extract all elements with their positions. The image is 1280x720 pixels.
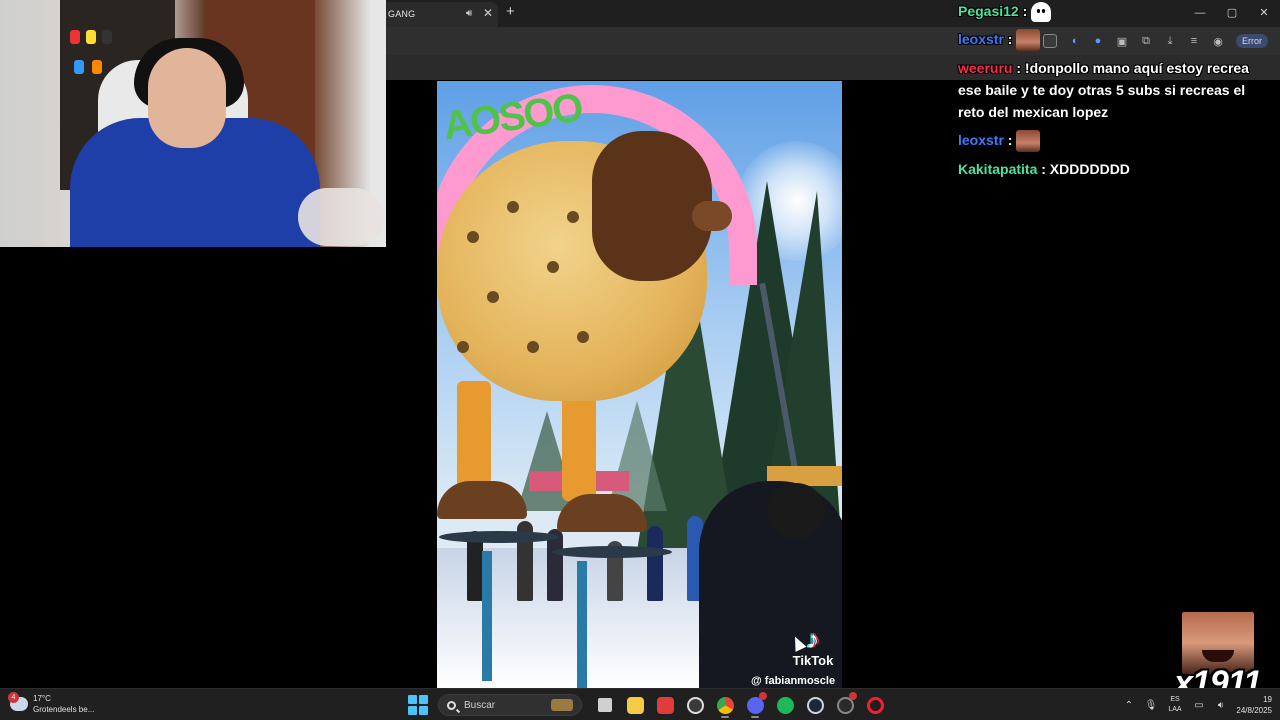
taskbar-search[interactable]: Buscar (438, 694, 582, 716)
search-placeholder: Buscar (464, 699, 496, 711)
chevron-up-icon[interactable]: ⌃ (1118, 700, 1140, 711)
spotify-icon[interactable] (770, 692, 800, 718)
windows-start-icon[interactable] (408, 695, 428, 715)
chat-username: weeruru (958, 60, 1013, 76)
weather-description: Grotendeels be... (33, 705, 95, 714)
chat-message: leoxstr : (958, 28, 1258, 52)
tiktok-handle: @ fabianmoscle (751, 675, 836, 687)
chat-message: Kakitapatita : XDDDDDDD (958, 161, 1130, 177)
ghost-emote-icon (1031, 2, 1052, 23)
webcam-feed (0, 0, 386, 247)
new-tab-button[interactable]: + (506, 3, 515, 20)
dark-app-icon[interactable] (830, 692, 860, 718)
speaker-icon[interactable]: 🔊︎ (466, 8, 472, 19)
chat-username: Pegasi12 (958, 3, 1019, 19)
chat-username: leoxstr (958, 31, 1004, 47)
search-highlight-icon (551, 699, 573, 711)
microphone-icon[interactable]: 🎙︎ (1140, 700, 1162, 711)
chat-message: weeruru : !donpollo mano aquí estoy recr… (958, 60, 1249, 120)
chat-username: Kakitapatita (958, 161, 1038, 177)
face-emote-icon (1016, 130, 1041, 153)
browser-tab[interactable]: GANG 🔊︎ ✕ (386, 2, 498, 27)
close-tab-icon[interactable]: ✕ (483, 6, 493, 20)
language-indicator[interactable]: ES LAA (1162, 695, 1188, 715)
clock-date: 24/8/2025 (1236, 706, 1272, 715)
app-badge (849, 692, 857, 700)
chat-message: leoxstr : (958, 129, 1258, 153)
system-tray: ⌃ 🎙︎ ES LAA ▭ 🔉︎ (1118, 693, 1232, 717)
weather-widget[interactable]: 4 17°C Grotendeels be... (8, 692, 95, 715)
chat-message: Pegasi12 : (958, 0, 1258, 23)
tiktok-video[interactable]: AOSOO ♪ TikTok @ fabianmoscle (437, 81, 842, 688)
notification-badge: 4 (8, 692, 19, 703)
discord-badge (759, 692, 767, 700)
obs-icon[interactable] (680, 692, 710, 718)
file-explorer-icon[interactable] (620, 692, 650, 718)
chat-text: XDDDDDDD (1045, 161, 1130, 177)
clock[interactable]: 19 24/8/2025 (1226, 694, 1272, 716)
chrome-icon[interactable] (710, 692, 740, 718)
steam-icon[interactable] (800, 692, 830, 718)
cloud-icon: 4 (8, 692, 28, 711)
taskbar: 4 17°C Grotendeels be... Buscar ⌃ 🎙︎ ES … (0, 688, 1280, 720)
tab-title: GANG (388, 9, 416, 19)
search-icon (447, 700, 456, 710)
opera-icon[interactable] (860, 692, 890, 718)
face-emote-icon (1016, 29, 1041, 52)
weather-temperature: 17°C (33, 694, 51, 703)
discord-icon[interactable] (740, 692, 770, 718)
tiktok-wordmark: TikTok (792, 653, 834, 668)
clock-time: 19 (1263, 695, 1272, 704)
task-view-icon[interactable] (590, 692, 620, 718)
chat-username: leoxstr (958, 132, 1004, 148)
network-icon[interactable]: ▭ (1188, 700, 1210, 711)
red-app-icon[interactable] (650, 692, 680, 718)
